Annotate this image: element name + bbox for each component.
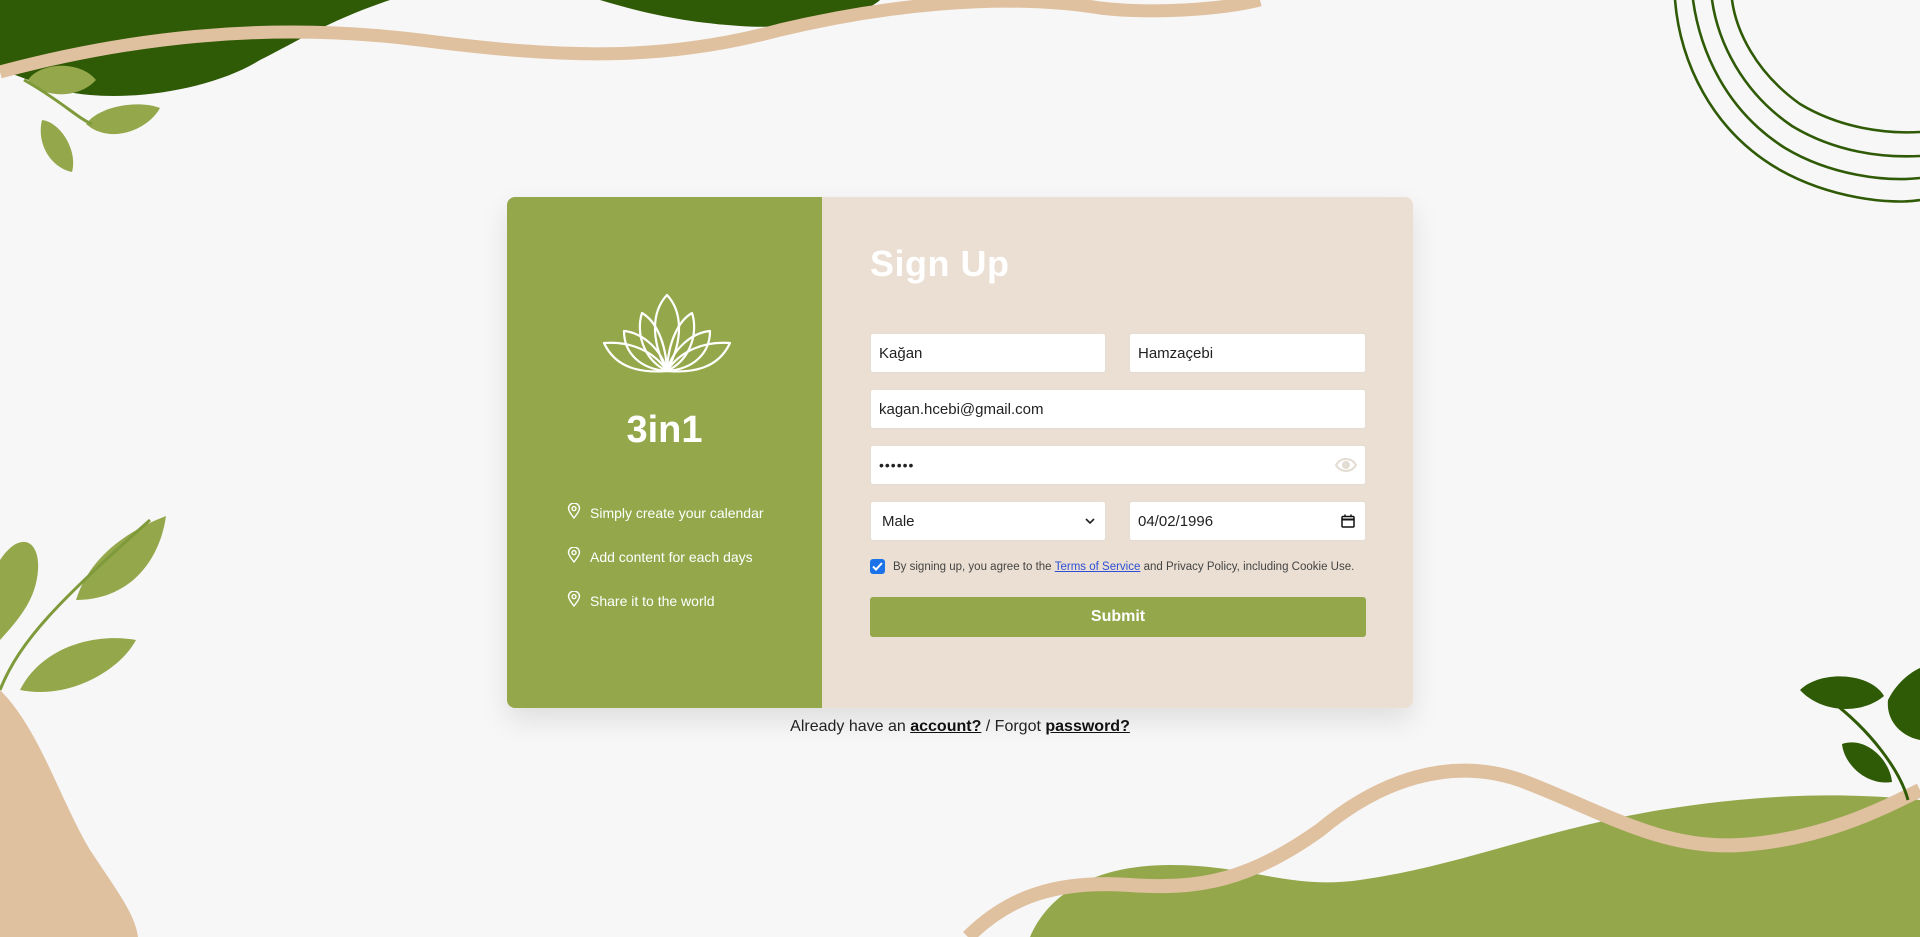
auth-footer: Already have an account? / Forgot passwo… [0, 718, 1920, 736]
feature-label: Share it to the world [590, 593, 715, 609]
chevron-down-icon [1085, 517, 1095, 524]
footer-prefix: Already have an [790, 718, 911, 735]
terms-consent: By signing up, you agree to the Terms of… [870, 559, 1354, 574]
gender-select[interactable]: Male [870, 501, 1106, 541]
password-value: •••••• [879, 457, 915, 473]
bottom-right-green-hill [1030, 795, 1920, 937]
calendar-icon[interactable] [1341, 514, 1355, 528]
consent-prefix: By signing up, you agree to the [893, 560, 1055, 573]
first-name-input[interactable] [879, 344, 1097, 362]
password-field[interactable]: •••••• [870, 445, 1366, 485]
top-right-line-art [1673, 0, 1920, 203]
footer-middle: / Forgot [981, 718, 1046, 735]
email-input[interactable] [879, 400, 1357, 418]
signup-card: 3in1 Simply create your calendar Add con… [507, 197, 1413, 708]
terms-of-service-link[interactable]: Terms of Service [1055, 561, 1141, 573]
birth-date-field[interactable]: 04/02/1996 [1129, 501, 1366, 541]
feature-item: Share it to the world [567, 579, 764, 623]
location-pin-icon [567, 503, 581, 519]
forgot-password-link[interactable]: password? [1045, 718, 1129, 735]
account-link[interactable]: account? [910, 718, 981, 735]
email-field[interactable] [870, 389, 1366, 429]
terms-checkbox[interactable] [870, 559, 885, 574]
birth-date-value: 04/02/1996 [1138, 512, 1214, 530]
feature-item: Add content for each days [567, 535, 764, 579]
signup-form: Sign Up •••••• Male 04/02/1996 By signin… [822, 197, 1413, 708]
feature-label: Simply create your calendar [590, 505, 764, 521]
eye-icon[interactable] [1335, 458, 1357, 472]
feature-list: Simply create your calendar Add content … [567, 491, 764, 623]
gender-value: Male [882, 512, 915, 530]
feature-label: Add content for each days [590, 549, 753, 565]
last-name-input[interactable] [1138, 344, 1357, 362]
brand-name: 3in1 [626, 409, 703, 451]
check-icon [872, 562, 883, 571]
location-pin-icon [567, 591, 581, 607]
consent-suffix: and Privacy Policy, including Cookie Use… [1140, 560, 1355, 573]
last-name-field[interactable] [1129, 333, 1366, 373]
feature-item: Simply create your calendar [567, 491, 764, 535]
form-title: Sign Up [870, 243, 1010, 284]
lotus-icon [602, 293, 732, 373]
location-pin-icon [567, 547, 581, 563]
brand-panel: 3in1 Simply create your calendar Add con… [507, 197, 822, 708]
submit-button[interactable]: Submit [870, 597, 1366, 637]
first-name-field[interactable] [870, 333, 1106, 373]
left-leaves [0, 516, 166, 692]
